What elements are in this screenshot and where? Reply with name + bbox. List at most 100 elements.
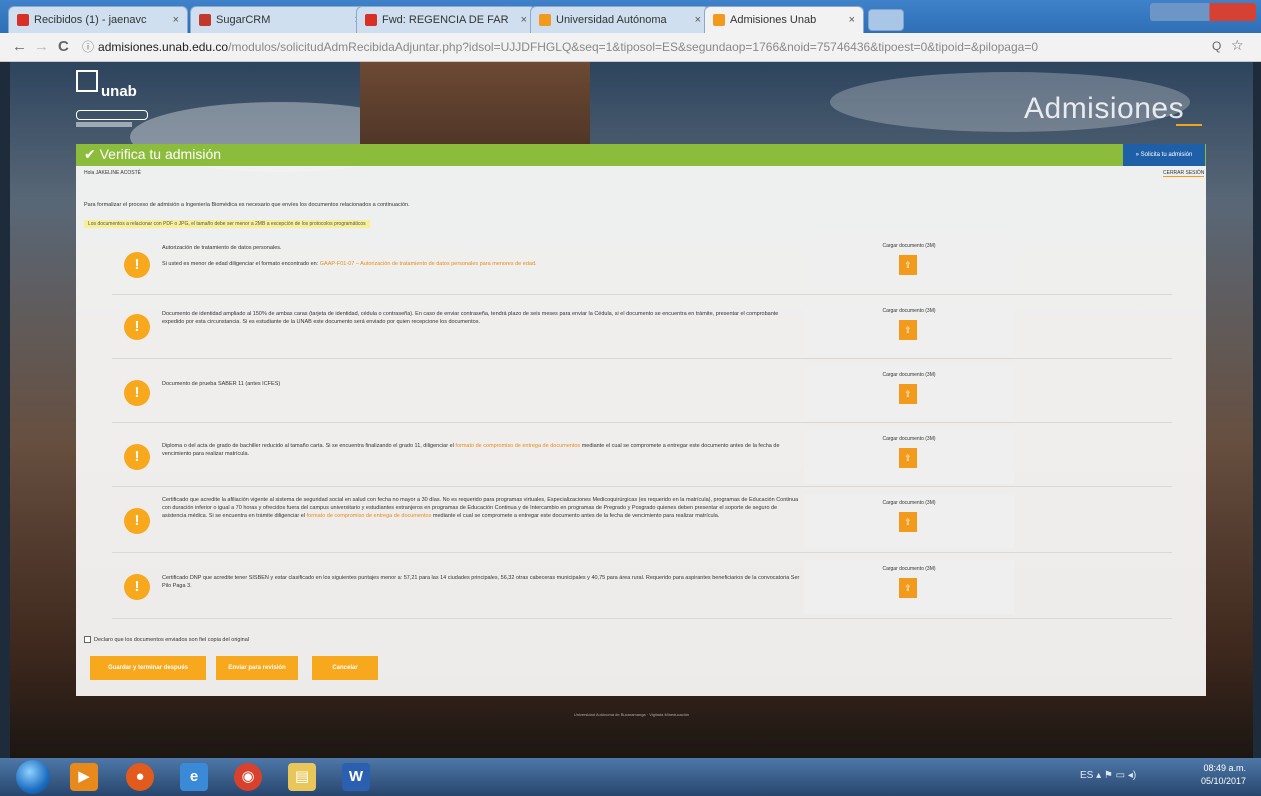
tab-label: SugarCRM [216,14,271,26]
browser-tab-fwd[interactable]: Fwd: REGENCIA DE FAR × [356,6,536,33]
tab-label: Universidad Autónoma [556,14,667,26]
upload-button[interactable]: ⇪ [899,384,917,404]
requirement-text: Documento de prueba SABER 11 (antes ICFE… [162,381,281,387]
logout-link[interactable]: CERRAR SESIÓN [1163,170,1205,177]
warning-icon: ! [124,574,150,600]
windows-taskbar: ▶ ● e ◉ ▤ W ES ▴ ⚑ ▭ ◂) 08:49 a.m. 05/10… [0,758,1261,796]
address-bar: ← → C ⓘ admisiones.unab.edu.co/modulos/so… [0,33,1261,62]
unab-logo-icon [76,70,98,92]
requirement-row: ! Certificado DNP que acredite tener SIS… [112,556,1172,619]
browser-tab-sugarcrm[interactable]: SugarCRM × [190,6,370,33]
user-greeting: Hola JAKELINE ACOSTÉ [84,170,141,176]
requirement-desc: Autorización de tratamiento de datos per… [162,245,282,251]
tab-label: Fwd: REGENCIA DE FAR [382,14,509,26]
close-icon[interactable]: × [689,14,701,26]
system-tray[interactable]: ES ▴ ⚑ ▭ ◂) [1080,770,1136,781]
warning-icon: ! [124,444,150,470]
page-title: ✔ Verifica tu admisión [84,146,222,162]
cancel-button[interactable]: Cancelar [312,656,378,680]
start-button[interactable] [16,760,50,794]
upload-box: Cargar documento (3M) ⇪ [804,366,1014,420]
file-size-note: Los documentos a relacionar con PDF o JP… [84,220,370,228]
format-link[interactable]: formato de compromiso de entrega de docu… [307,513,432,519]
upload-label: Cargar documento (3M) [882,243,936,249]
warning-icon: ! [124,252,150,278]
url-path: /modulos/solicitudAdmRecibidaAdjuntar.ph… [228,40,1039,54]
unab-logo[interactable]: unab [76,70,166,130]
window-controls[interactable] [1150,3,1256,21]
info-icon: ⓘ [82,40,95,54]
requirement-desc-2: mediante el cual se compromete a entrega… [431,513,720,519]
requirement-text: Autorización de tratamiento de datos per… [162,244,802,268]
unab-icon [539,14,551,26]
tab-label: Recibidos (1) - jaenavc [34,14,147,26]
upload-button[interactable]: ⇪ [899,448,917,468]
taskbar-clock[interactable]: 08:49 a.m. 05/10/2017 [1196,762,1246,788]
format-link[interactable]: GAAP-F01-07 – Autorización de tratamient… [320,261,537,267]
requirement-row: ! Documento de identidad ampliado al 150… [112,298,1172,359]
bookmark-star-icon[interactable]: ☆ [1231,37,1244,54]
gmail-icon [17,14,29,26]
requirement-row: ! Autorización de tratamiento de datos p… [112,234,1172,295]
logo-badge [76,110,148,120]
upload-box: Cargar documento (3M) ⇪ [804,430,1014,484]
media-player-icon[interactable]: ▶ [70,763,98,791]
reload-icon[interactable]: C [58,38,69,55]
browser-tab-universidad[interactable]: Universidad Autónoma × [530,6,710,33]
browser-tab-bar: Recibidos (1) - jaenavc × SugarCRM × Fwd… [0,0,1261,33]
upload-label: Cargar documento (3M) [882,372,936,378]
requirement-row: ! Certificado que acredite la afiliación… [112,490,1172,553]
declaration-checkbox[interactable] [84,636,91,643]
word-icon[interactable]: W [342,763,370,791]
url-input[interactable]: ⓘ admisiones.unab.edu.co/modulos/solicitu… [82,37,1182,57]
warning-icon: ! [124,380,150,406]
page-footer: Universidad Autónoma de Bucaramanga · Vi… [573,712,690,717]
firefox-icon[interactable]: ● [126,763,154,791]
requirement-text: Documento de identidad ampliado al 150% … [162,311,779,325]
requirement-row: ! Diploma o del acta de grado de bachill… [112,426,1172,487]
brand-underline [1176,124,1202,126]
requirement-text: Diploma o del acta de grado de bachiller… [162,442,802,458]
clock-time: 08:49 a.m. [1203,763,1246,773]
new-tab-button[interactable] [868,9,904,31]
close-icon[interactable]: × [515,14,527,26]
declaration-label: Declaro que los documentos enviados son … [94,636,250,643]
close-icon[interactable]: × [167,14,179,26]
upload-button[interactable]: ⇪ [899,255,917,275]
browser-tab-gmail[interactable]: Recibidos (1) - jaenavc × [8,6,188,33]
apply-admission-button[interactable]: » Solicita tu admisión [1123,144,1205,166]
page-brand-title: Admisiones [1024,92,1185,125]
logo-tagline [76,122,132,127]
internet-explorer-icon[interactable]: e [180,763,208,791]
save-later-button[interactable]: Guardar y terminar después [90,656,206,680]
clock-date: 05/10/2017 [1200,776,1246,786]
format-link[interactable]: formato de compromiso de entrega de docu… [455,443,580,449]
back-icon[interactable]: ← [12,38,27,55]
page-background: unab Admisiones ✔ Verifica tu admisión »… [10,62,1253,758]
sugarcrm-icon [199,14,211,26]
close-icon[interactable]: × [843,14,855,26]
requirement-desc: Diploma o del acta de grado de bachiller… [162,443,456,449]
upload-button[interactable]: ⇪ [899,320,917,340]
url-host: admisiones.unab.edu.co [98,40,229,54]
verify-header-bar: ✔ Verifica tu admisión [76,144,1206,166]
send-review-button[interactable]: Enviar para revisión [216,656,298,680]
warning-icon: ! [124,314,150,340]
logo-text: unab [101,83,137,100]
forward-icon[interactable]: → [34,38,49,55]
warning-icon: ! [124,508,150,534]
upload-box: Cargar documento (3M) ⇪ [804,237,1014,291]
zoom-icon[interactable]: Q [1212,39,1221,53]
upload-label: Cargar documento (3M) [882,566,936,572]
upload-box: Cargar documento (3M) ⇪ [804,494,1014,548]
gmail-icon [365,14,377,26]
upload-box: Cargar documento (3M) ⇪ [804,560,1014,614]
declaration-checkbox-row[interactable]: Declaro que los documentos enviados son … [84,636,249,643]
requirement-text: Certificado DNP que acredite tener SISBE… [162,575,800,589]
requirement-row: ! Documento de prueba SABER 11 (antes IC… [112,362,1172,423]
upload-button[interactable]: ⇪ [899,578,917,598]
file-explorer-icon[interactable]: ▤ [288,763,316,791]
chrome-icon[interactable]: ◉ [234,763,262,791]
browser-tab-admisiones[interactable]: Admisiones Unab × [704,6,864,33]
upload-button[interactable]: ⇪ [899,512,917,532]
